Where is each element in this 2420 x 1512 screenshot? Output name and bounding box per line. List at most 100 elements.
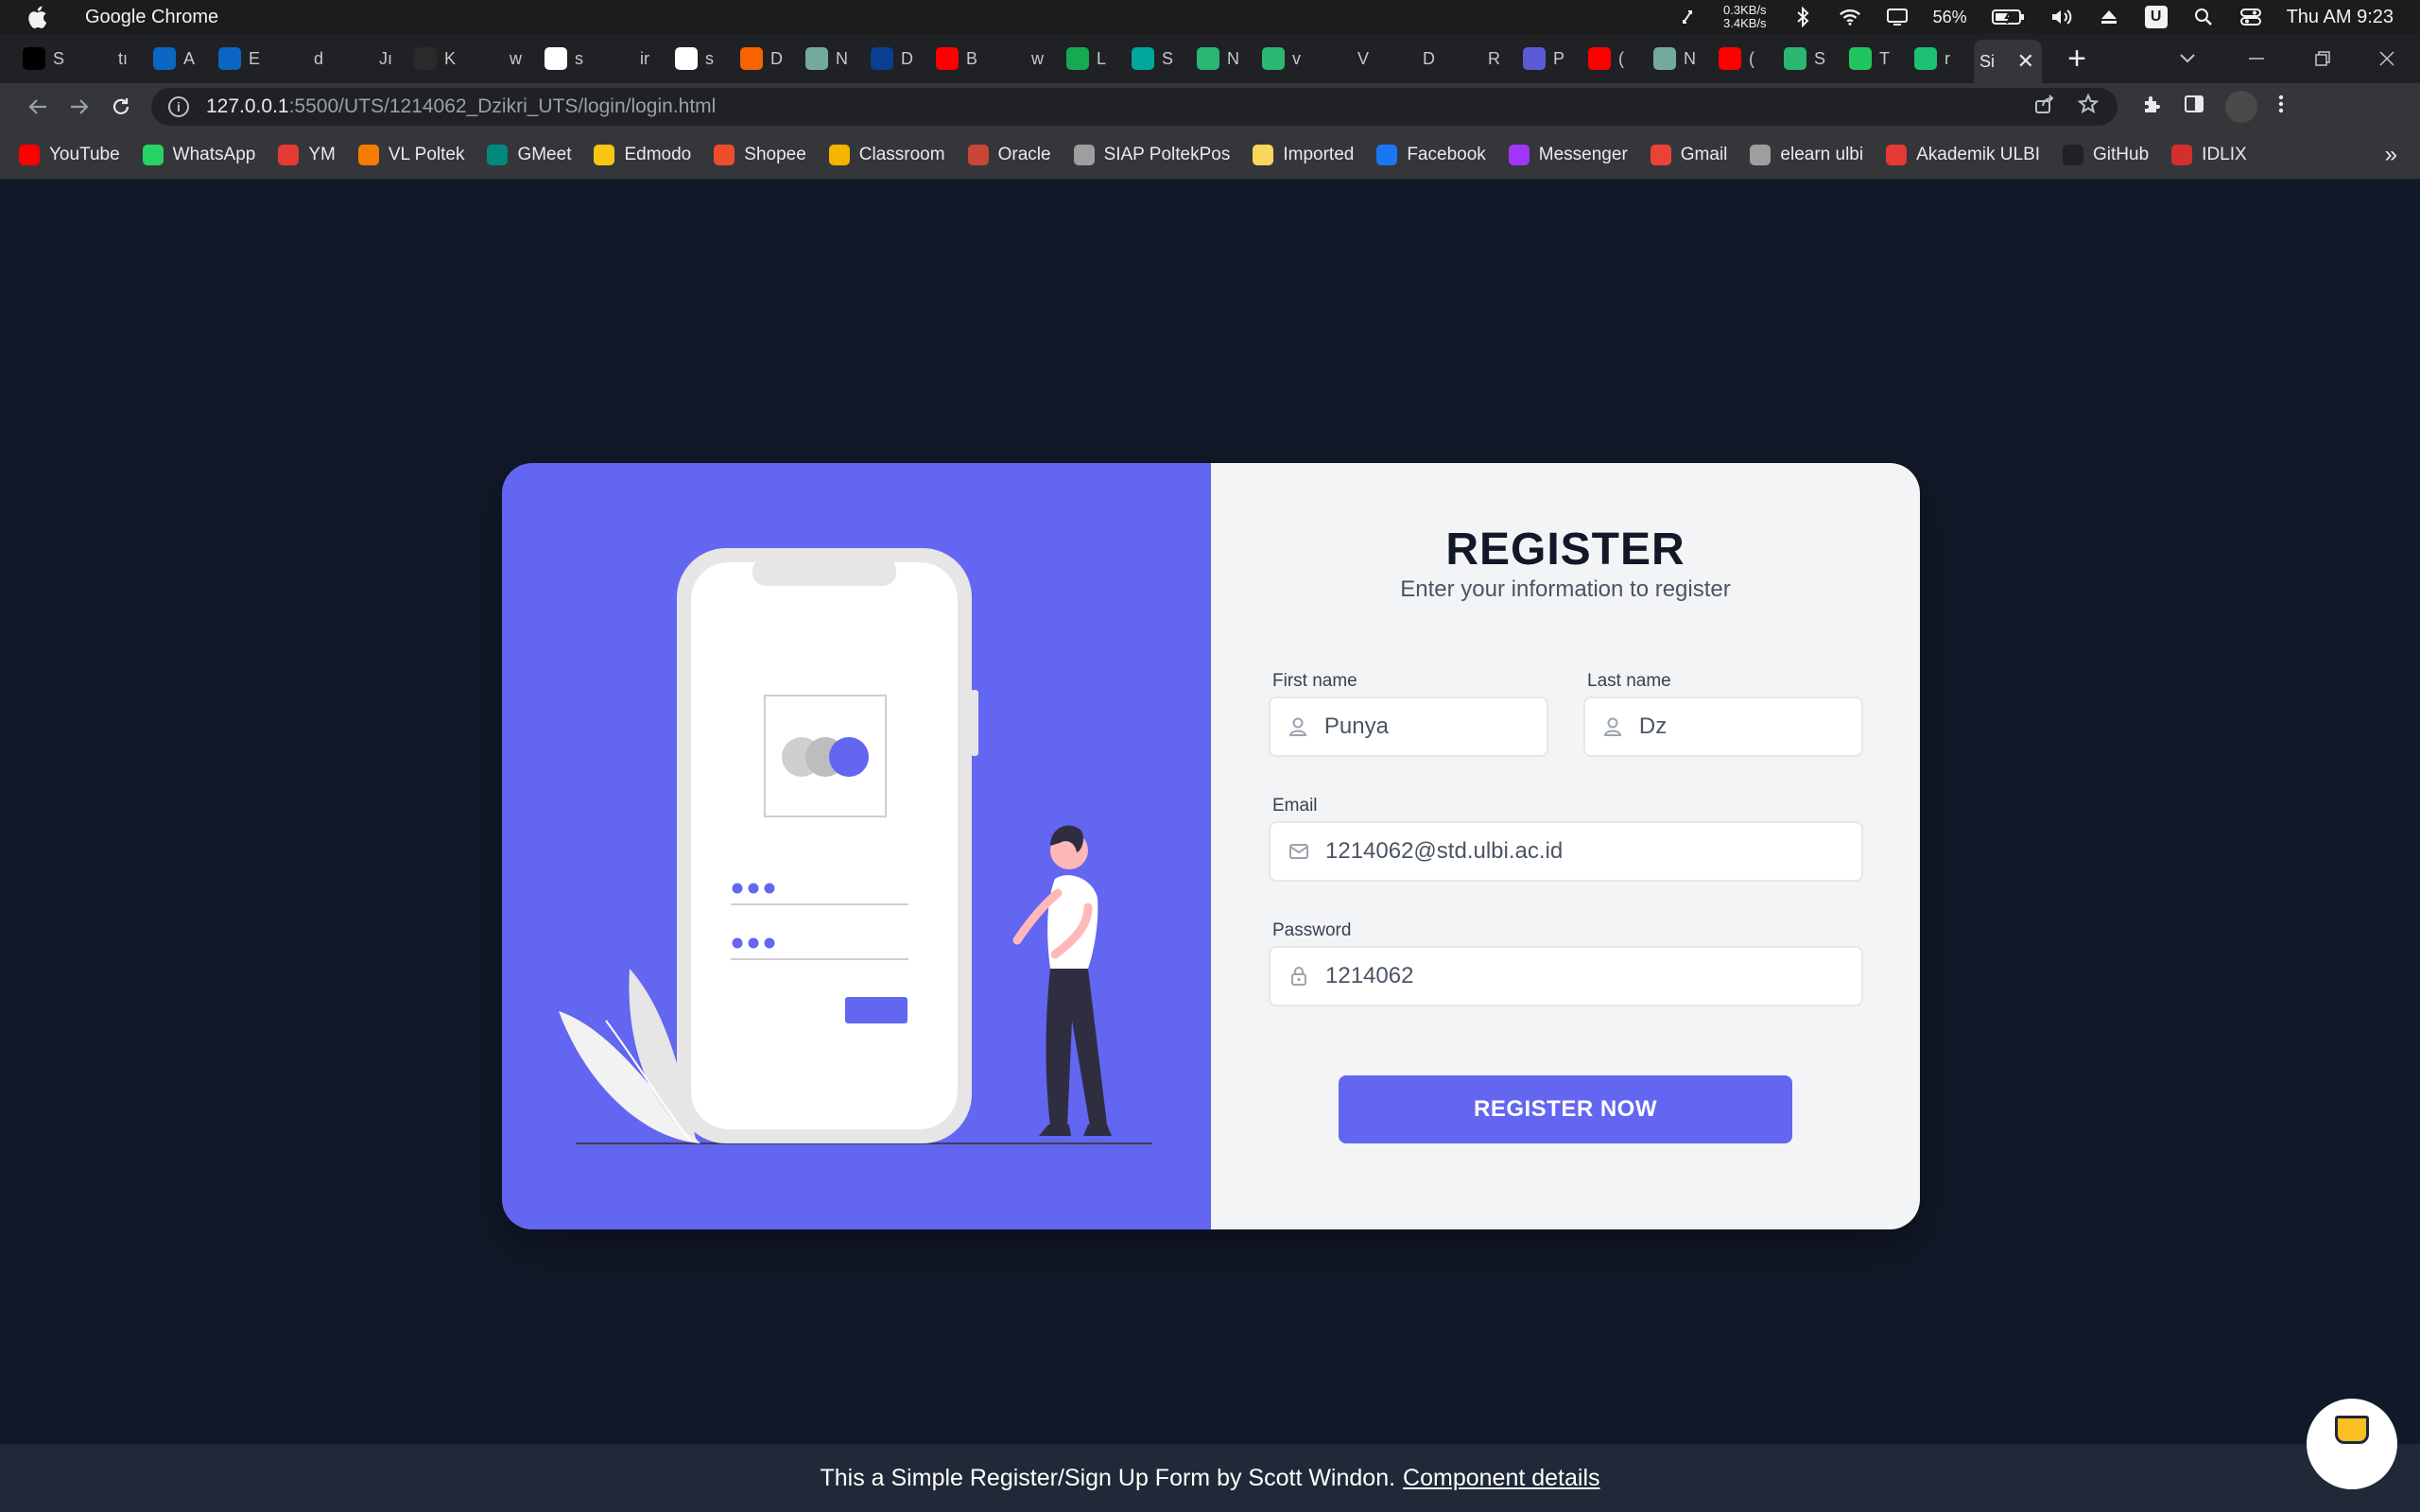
bookmark-item[interactable]: IDLIX	[2171, 144, 2247, 165]
tab-label: s	[705, 48, 714, 68]
back-button[interactable]	[17, 88, 59, 126]
email-field[interactable]	[1269, 821, 1863, 882]
tab[interactable]: L	[1061, 40, 1126, 77]
sync-icon[interactable]	[1676, 6, 1699, 28]
tab[interactable]: (	[1713, 40, 1778, 77]
tab[interactable]: D	[735, 40, 800, 77]
edmodo-icon	[594, 144, 615, 165]
bookmark-item[interactable]: Imported	[1253, 144, 1354, 165]
github-icon	[1001, 47, 1024, 70]
side-panel-icon[interactable]	[2184, 94, 2204, 121]
address-bar[interactable]: i 127.0.0.1 :5500/UTS/1214062_Dzikri_UTS…	[151, 88, 2118, 126]
tab[interactable]: R	[1452, 40, 1517, 77]
tab[interactable]: K	[408, 40, 474, 77]
tab[interactable]: Jı	[343, 40, 408, 77]
menubar-clock[interactable]: Thu AM 9:23	[2287, 7, 2394, 28]
spotlight-search-icon[interactable]	[2192, 6, 2215, 28]
tab-close-icon[interactable]: ✕	[2017, 49, 2034, 74]
u-app-icon[interactable]: U	[2144, 6, 2168, 28]
display-icon[interactable]	[1886, 6, 1909, 28]
bookmark-item[interactable]: YM	[278, 144, 336, 165]
tab[interactable]: T	[1843, 40, 1909, 77]
buy-me-a-coffee-button[interactable]	[2307, 1399, 2397, 1489]
tab[interactable]: S	[1126, 40, 1191, 77]
first-name-field[interactable]	[1269, 696, 1548, 757]
bookmark-item[interactable]: elearn ulbi	[1750, 144, 1863, 165]
bookmark-item[interactable]: Facebook	[1376, 144, 1486, 165]
tab[interactable]: D	[865, 40, 930, 77]
tab[interactable]: s	[539, 40, 604, 77]
site-info-icon[interactable]: i	[168, 96, 189, 117]
tab[interactable]: S	[1778, 40, 1843, 77]
bookmark-item[interactable]: Oracle	[967, 144, 1051, 165]
close-window-icon[interactable]	[2378, 34, 2395, 83]
active-app-name[interactable]: Google Chrome	[85, 7, 218, 28]
tab[interactable]: w	[995, 40, 1061, 77]
bookmark-item[interactable]: Akademik ULBI	[1886, 144, 2040, 165]
bookmark-item[interactable]: Gmail	[1650, 144, 1727, 165]
first-name-input[interactable]	[1323, 713, 1547, 740]
bookmark-item[interactable]: Shopee	[714, 144, 806, 165]
extensions-icon[interactable]	[2142, 94, 2163, 121]
eject-icon[interactable]	[2098, 6, 2120, 28]
bookmark-item[interactable]: Edmodo	[594, 144, 691, 165]
tab-search-icon[interactable]	[2179, 34, 2196, 83]
bookmark-item[interactable]: GitHub	[2063, 144, 2149, 165]
bookmark-item[interactable]: WhatsApp	[142, 144, 255, 165]
password-input[interactable]	[1325, 963, 1842, 989]
profile-avatar[interactable]	[2225, 91, 2257, 123]
bookmarks-overflow-button[interactable]: »	[2385, 142, 2397, 168]
tab[interactable]: V	[1322, 40, 1387, 77]
bookmark-item[interactable]: YouTube	[19, 144, 120, 165]
tab[interactable]: w	[474, 40, 539, 77]
tab[interactable]: D	[1387, 40, 1452, 77]
bookmark-item[interactable]: VL Poltek	[357, 144, 464, 165]
tab[interactable]: v	[1256, 40, 1322, 77]
email-input[interactable]	[1325, 838, 1842, 865]
tab[interactable]: P	[1517, 40, 1582, 77]
bookmark-label: GMeet	[517, 144, 572, 164]
bookmark-item[interactable]: Messenger	[1508, 144, 1628, 165]
bookmark-label: Classroom	[858, 144, 945, 164]
tab[interactable]: A	[147, 40, 213, 77]
bookmark-item[interactable]: GMeet	[487, 144, 572, 165]
restore-window-icon[interactable]	[2314, 34, 2331, 83]
bookmark-item[interactable]: SIAP PoltekPos	[1073, 144, 1230, 165]
tab-active[interactable]: Si ✕	[1974, 40, 2042, 83]
password-field[interactable]	[1269, 946, 1863, 1006]
tab[interactable]: S	[17, 40, 82, 77]
volume-icon[interactable]	[2050, 6, 2073, 28]
control-center-icon[interactable]	[2239, 6, 2262, 28]
share-icon[interactable]	[2034, 94, 2055, 121]
new-tab-button[interactable]: +	[2053, 40, 2100, 77]
last-name-input[interactable]	[1638, 713, 1861, 740]
tab[interactable]: N	[1648, 40, 1713, 77]
chrome-menu-icon[interactable]	[2278, 94, 2284, 121]
tab[interactable]: B	[930, 40, 995, 77]
tab[interactable]: d	[278, 40, 343, 77]
minimize-window-icon[interactable]	[2248, 34, 2265, 83]
last-name-field[interactable]	[1583, 696, 1863, 757]
tab[interactable]: tı	[82, 40, 147, 77]
bookmark-item[interactable]: Classroom	[828, 144, 945, 165]
tab[interactable]: r	[1909, 40, 1974, 77]
tab[interactable]: s	[669, 40, 735, 77]
bluetooth-icon[interactable]	[1791, 6, 1814, 28]
tab[interactable]: N	[1191, 40, 1256, 77]
tab[interactable]: E	[213, 40, 278, 77]
reload-button[interactable]	[100, 88, 142, 126]
medium-icon	[23, 47, 45, 70]
component-details-link[interactable]: Component details	[1403, 1465, 1599, 1492]
apple-icon[interactable]	[26, 5, 51, 29]
forward-button[interactable]	[59, 88, 100, 126]
github-icon	[610, 47, 632, 70]
bookmark-label: YM	[308, 144, 336, 164]
tab[interactable]: (	[1582, 40, 1648, 77]
register-now-button[interactable]: REGISTER NOW	[1339, 1075, 1792, 1143]
tab[interactable]: N	[800, 40, 865, 77]
battery-charging-icon[interactable]	[1991, 6, 2026, 28]
tab[interactable]: ir	[604, 40, 669, 77]
tabs-list: Stı A Ed Jı Kw s ir s D N D Bw L S Nv V D R P (N (S Tr	[17, 40, 1974, 77]
wifi-icon[interactable]	[1839, 6, 1861, 28]
bookmark-star-icon[interactable]	[2077, 92, 2100, 121]
